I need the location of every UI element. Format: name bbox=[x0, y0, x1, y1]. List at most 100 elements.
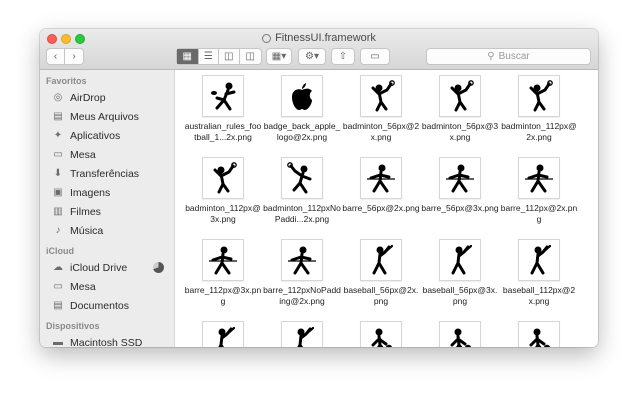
file-item[interactable]: badminton_56px@2x.png bbox=[342, 71, 420, 151]
file-item[interactable]: baseball_112px@2x.png bbox=[500, 235, 578, 315]
sidebar-item-favorites-1[interactable]: ▤ Meus Arquivos bbox=[40, 107, 174, 126]
file-name: badminton_112pxNoPaddi...2x.png bbox=[263, 203, 341, 224]
sidebar-item-label: Transferências bbox=[70, 167, 140, 180]
file-item[interactable]: barre_112px@2x.png bbox=[500, 153, 578, 233]
file-item[interactable]: barre_56px@2x.png bbox=[342, 153, 420, 233]
file-name: badminton_112px@2x.png bbox=[501, 121, 577, 142]
baseball-icon bbox=[518, 239, 560, 281]
file-item[interactable]: badminton_112px@3x.png bbox=[184, 153, 262, 233]
sidebar-item-icloud-1[interactable]: ▭ Mesa bbox=[40, 277, 174, 296]
file-item[interactable]: badminton_112px@2x.png bbox=[500, 71, 578, 151]
sidebar-item-devices-0[interactable]: ▬ Macintosh SSD bbox=[40, 333, 174, 348]
cloud-icon: ☁ bbox=[53, 262, 63, 273]
grid-icon: ▦ bbox=[182, 51, 192, 62]
file-item[interactable] bbox=[500, 317, 578, 347]
file-item[interactable]: baseball_56px@2x.png bbox=[342, 235, 420, 315]
apple-icon bbox=[281, 75, 323, 117]
sidebar-item-label: Meus Arquivos bbox=[70, 110, 139, 123]
file-item[interactable]: australian_rules_football_1...2x.png bbox=[184, 71, 262, 151]
list-icon: ☰ bbox=[203, 51, 213, 62]
sidebar-item-label: Música bbox=[70, 224, 104, 237]
sidebar-item-label: Mesa bbox=[70, 280, 96, 293]
devices-list: ▬ Macintosh SSD bbox=[40, 333, 174, 348]
file-item[interactable]: badge_back_apple_logo@2x.png bbox=[263, 71, 341, 151]
finder-window: FitnessUI.framework ‹ › ▦ ☰ ◫ ◫ ▦▾ ⚙▾ ⇧ … bbox=[40, 29, 598, 347]
sync-progress-icon bbox=[153, 262, 164, 273]
gallery-icon: ◫ bbox=[245, 51, 255, 62]
file-item[interactable]: barre_112px@3x.png bbox=[184, 235, 262, 315]
window-title-text: FitnessUI.framework bbox=[275, 32, 376, 44]
football-icon bbox=[202, 75, 244, 117]
barre-icon bbox=[518, 157, 560, 199]
baseball-icon bbox=[202, 321, 244, 347]
sidebar-item-favorites-4[interactable]: ⬇ Transferências bbox=[40, 164, 174, 183]
badminton-icon bbox=[202, 157, 244, 199]
file-name: barre_112pxNoPadding@2x.png bbox=[263, 285, 341, 306]
forward-button[interactable]: › bbox=[65, 49, 83, 64]
group-by-button[interactable]: ▦▾ bbox=[266, 48, 292, 65]
framework-icon bbox=[262, 33, 272, 43]
pictures-icon: ▣ bbox=[53, 187, 63, 198]
columns-icon: ◫ bbox=[224, 51, 234, 62]
file-name: badminton_56px@2x.png bbox=[342, 121, 420, 142]
file-name: barre_56px@3x.png bbox=[421, 203, 499, 213]
documents-icon: ▤ bbox=[53, 300, 63, 311]
file-item[interactable]: barre_112pxNoPadding@2x.png bbox=[263, 235, 341, 315]
baseball-icon bbox=[360, 239, 402, 281]
file-icon-grid: australian_rules_football_1...2x.png badg… bbox=[176, 70, 598, 347]
sidebar-item-icloud-2[interactable]: ▤ Documentos bbox=[40, 296, 174, 315]
file-name: barre_112px@2x.png bbox=[500, 203, 578, 224]
basketball-icon bbox=[360, 321, 402, 347]
music-icon: ♪ bbox=[55, 225, 61, 236]
favorites-list: ◎ AirDrop ▤ Meus Arquivos ✦ Aplicativos ▭ Mesa ⬇… bbox=[40, 88, 174, 240]
share-button[interactable]: ⇧ bbox=[331, 48, 355, 65]
downloads-icon: ⬇ bbox=[53, 168, 63, 179]
barre-icon bbox=[202, 239, 244, 281]
barre-icon bbox=[360, 157, 402, 199]
sidebar-section-favorites: Favoritos bbox=[46, 76, 87, 86]
sidebar-item-favorites-6[interactable]: ▥ Filmes bbox=[40, 202, 174, 221]
search-field[interactable]: ⚲ Buscar bbox=[426, 48, 591, 65]
action-menu-button[interactable]: ⚙▾ bbox=[298, 48, 326, 65]
share-icon: ⇧ bbox=[338, 51, 348, 62]
file-item[interactable] bbox=[184, 317, 262, 347]
badminton2-icon bbox=[281, 157, 323, 199]
file-name: badminton_56px@3x.png bbox=[421, 121, 499, 142]
file-item[interactable]: badminton_56px@3x.png bbox=[421, 71, 499, 151]
sidebar-item-favorites-0[interactable]: ◎ AirDrop bbox=[40, 88, 174, 107]
gear-icon: ⚙▾ bbox=[305, 51, 319, 62]
file-item[interactable]: barre_56px@3x.png bbox=[421, 153, 499, 233]
sidebar-section-icloud: iCloud bbox=[46, 246, 74, 256]
sidebar-section-devices: Dispositivos bbox=[46, 321, 100, 331]
barre-icon bbox=[439, 157, 481, 199]
tags-button[interactable]: ▭ bbox=[360, 48, 390, 65]
sidebar-item-favorites-2[interactable]: ✦ Aplicativos bbox=[40, 126, 174, 145]
file-name: baseball_112px@2x.png bbox=[502, 285, 576, 306]
back-button[interactable]: ‹ bbox=[47, 49, 66, 64]
disk-icon: ▬ bbox=[53, 337, 63, 347]
file-name: baseball_56px@2x.png bbox=[343, 285, 419, 306]
applications-icon: ✦ bbox=[53, 130, 63, 141]
sidebar-item-label: Macintosh SSD bbox=[70, 336, 143, 348]
gallery-view-button[interactable]: ◫ bbox=[240, 49, 261, 64]
sidebar-item-favorites-3[interactable]: ▭ Mesa bbox=[40, 145, 174, 164]
file-item[interactable] bbox=[421, 317, 499, 347]
group-grid-icon: ▦▾ bbox=[271, 51, 287, 62]
sidebar-item-favorites-7[interactable]: ♪ Música bbox=[40, 221, 174, 240]
search-placeholder: Buscar bbox=[498, 51, 530, 62]
file-item[interactable]: badminton_112pxNoPaddi...2x.png bbox=[263, 153, 341, 233]
title-bar: FitnessUI.framework ‹ › ▦ ☰ ◫ ◫ ▦▾ ⚙▾ ⇧ … bbox=[40, 29, 598, 70]
sidebar-item-label: Documentos bbox=[70, 299, 129, 312]
desktop-icon: ▭ bbox=[53, 149, 63, 160]
file-item[interactable] bbox=[263, 317, 341, 347]
sidebar-item-label: Aplicativos bbox=[70, 129, 121, 142]
list-view-button[interactable]: ☰ bbox=[199, 49, 220, 64]
file-item[interactable] bbox=[342, 317, 420, 347]
sidebar-item-icloud-0[interactable]: ☁ iCloud Drive bbox=[40, 258, 174, 277]
column-view-button[interactable]: ◫ bbox=[219, 49, 240, 64]
basketball-icon bbox=[439, 321, 481, 347]
sidebar-item-favorites-5[interactable]: ▣ Imagens bbox=[40, 183, 174, 202]
file-item[interactable]: baseball_56px@3x.png bbox=[421, 235, 499, 315]
icon-view-button[interactable]: ▦ bbox=[177, 49, 199, 64]
file-name: badminton_112px@3x.png bbox=[185, 203, 261, 224]
